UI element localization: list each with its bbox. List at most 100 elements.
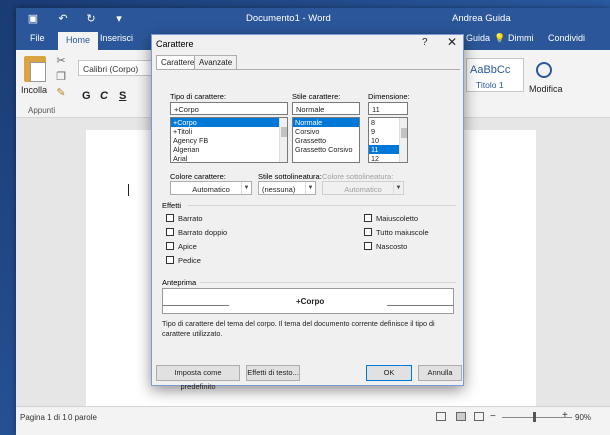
small-caps-label: Maiuscoletto [376,214,419,223]
format-painter-icon[interactable]: ✎ [54,86,68,100]
document-title: Documento1 - Word [246,13,331,24]
cancel-button[interactable]: Annulla [418,365,462,381]
tab-tell-me[interactable]: Dimmi [508,33,534,43]
font-style-input[interactable]: Normale [292,102,360,115]
italic-button[interactable]: C [100,90,108,102]
modify-button[interactable]: Modifica [529,84,563,94]
text-effects-button[interactable]: Effetti di testo... [246,365,300,381]
underline-color-label: Colore sottolineatura: [322,172,394,181]
underline-style-label: Stile sottolineatura: [258,172,322,181]
share-button[interactable]: Condividi [548,33,585,43]
close-icon[interactable]: ✕ [447,35,457,49]
tab-font[interactable]: Carattere [156,55,200,70]
save-icon[interactable]: ▣ [26,12,40,26]
all-caps-label: Tutto maiuscole [376,228,429,237]
underline-color-dropdown: Automatico ▼ [322,181,404,195]
tab-advanced[interactable]: Avanzate [194,55,238,69]
list-item[interactable]: Agency FB [171,136,287,145]
list-item[interactable]: Corsivo [293,127,359,136]
title-bar: ▣ ↶ ↻ ▾ Documento1 - Word Andrea Guida [16,8,610,30]
font-family-list[interactable]: +Corpo +Titoli Agency FB Algerian Arial [170,117,288,163]
font-color-value: Automatico [192,185,230,194]
help-button[interactable]: ? [422,37,428,48]
status-bar: Pagina 1 di 1 0 parole − + 90% [16,406,610,426]
list-item[interactable]: +Titoli [171,127,287,136]
read-mode-icon[interactable] [436,412,446,421]
font-family-input[interactable]: +Corpo [170,102,288,115]
underline-style-value: (nessuna) [262,185,296,194]
set-default-button[interactable]: Imposta come predefinito [156,365,240,391]
font-style-label: Stile carattere: [292,92,341,101]
paste-icon[interactable] [24,56,46,82]
zoom-in-button[interactable]: + [562,410,568,421]
font-list-scrollbar[interactable] [279,118,287,162]
copy-icon[interactable]: ❐ [54,70,68,84]
lightbulb-icon[interactable]: 💡 [494,33,505,44]
list-item[interactable]: +Corpo [171,118,287,127]
chevron-down-icon: ▼ [241,182,251,194]
subscript-checkbox[interactable]: Pedice [166,256,201,265]
hidden-checkbox[interactable]: Nascosto [364,242,407,251]
dialog-title: Carattere [156,39,194,49]
font-color-dropdown[interactable]: Automatico ▼ [170,181,252,195]
list-item[interactable]: Arial [171,154,287,162]
font-size-list[interactable]: 8 9 10 11 12 [368,117,408,163]
small-caps-checkbox[interactable]: Maiuscoletto [364,214,418,223]
redo-icon[interactable]: ↻ [84,12,98,26]
underline-color-value: Automatico [344,185,382,194]
style-name: Titolo 1 [476,80,504,90]
font-color-label: Colore carattere: [170,172,226,181]
ok-button[interactable]: OK [366,365,412,381]
tab-help[interactable]: Guida [466,33,490,43]
preview-baseline-right [387,305,453,306]
hidden-label: Nascosto [376,242,408,251]
divider [188,205,456,206]
preview-baseline-left [163,305,229,306]
bold-button[interactable]: G [82,90,91,102]
superscript-label: Apice [178,242,197,251]
preview-section-label: Anteprima [162,278,197,287]
double-strikethrough-checkbox[interactable]: Barrato doppio [166,228,227,237]
zoom-out-button[interactable]: − [490,411,496,422]
chevron-down-icon: ▼ [393,182,403,194]
text-cursor [128,184,129,196]
web-layout-icon[interactable] [474,412,484,421]
font-size-label: Dimensione: [368,92,410,101]
print-layout-icon[interactable] [456,412,466,421]
page-count[interactable]: Pagina 1 di 1 [20,413,67,422]
word-count[interactable]: 0 parole [68,413,97,422]
underline-button[interactable]: S [119,90,126,102]
list-item[interactable]: Normale [293,118,359,127]
font-name-box[interactable]: Calibri (Corpo) [78,60,154,76]
clipboard-group-label: Appunti [28,106,56,115]
list-item[interactable]: Grassetto [293,136,359,145]
font-dialog: Carattere ? ✕ Carattere Avanzate Tipo di… [151,34,464,391]
all-caps-checkbox[interactable]: Tutto maiuscole [364,228,429,237]
size-list-scrollbar[interactable] [399,118,407,162]
preview-text: +Corpo [296,297,325,306]
tab-home[interactable]: Home [58,32,99,50]
font-size-input[interactable]: 11 [368,102,408,115]
zoom-level[interactable]: 90% [575,413,591,422]
preview-box: +Corpo [162,288,454,314]
user-name[interactable]: Andrea Guida [452,13,511,24]
list-item[interactable]: Algerian [171,145,287,154]
strikethrough-checkbox[interactable]: Barrato [166,214,203,223]
font-description: Tipo di carattere del tema del corpo. Il… [162,319,435,338]
style-sample: AaBbCc [470,64,511,76]
tab-insert[interactable]: Inserisci [100,33,133,43]
divider [200,282,456,283]
cut-icon[interactable]: ✂ [54,54,68,68]
customize-toolbar-icon[interactable]: ▾ [112,12,126,26]
underline-style-dropdown[interactable]: (nessuna) ▼ [258,181,316,195]
zoom-slider-thumb[interactable] [533,412,536,422]
effects-section-label: Effetti [162,201,182,210]
search-icon[interactable] [536,62,552,78]
undo-icon[interactable]: ↶ [56,12,70,26]
list-item[interactable]: Grassetto Corsivo [293,145,359,154]
font-family-label: Tipo di carattere: [170,92,226,101]
tab-file[interactable]: File [30,33,45,43]
font-style-list[interactable]: Normale Corsivo Grassetto Grassetto Cors… [292,117,360,163]
superscript-checkbox[interactable]: Apice [166,242,197,251]
paste-button-label[interactable]: Incolla [21,85,47,95]
